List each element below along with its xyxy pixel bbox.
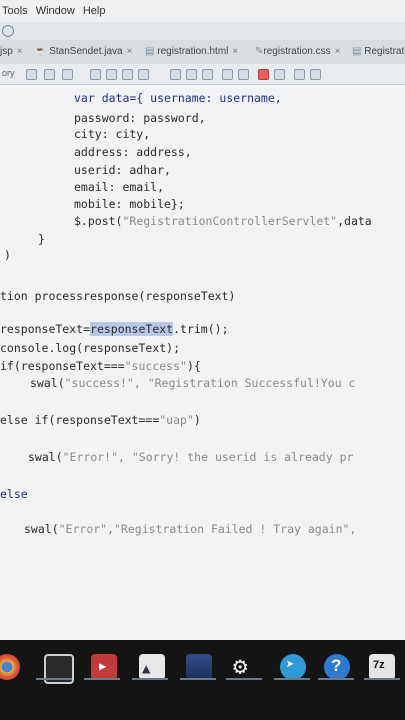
run-icon[interactable]	[2, 25, 14, 37]
prev-bookmark-icon[interactable]	[186, 69, 197, 80]
taskbar-active-indicator	[36, 678, 72, 680]
code-line: responseText=responseText.trim();	[0, 322, 229, 336]
editor-tabs: jsp × ☕ StanSendet.java × ▤ registration.h…	[0, 40, 405, 65]
code-line: swal("Error","Registration Failed ! Tray…	[24, 522, 357, 536]
code-editor[interactable]: var data={ username: username, password:…	[0, 85, 405, 640]
history-icon[interactable]	[62, 69, 73, 80]
tab-registration-overflow[interactable]: ▤ Registrat	[352, 46, 404, 57]
toggle-bookmark-icon[interactable]	[170, 69, 181, 80]
menu-window[interactable]: Window	[36, 5, 75, 17]
code-line: email: email,	[74, 180, 165, 194]
settings-icon[interactable]: ⚙	[232, 652, 258, 680]
7zip-icon[interactable]: 7z	[369, 654, 395, 680]
code-line: else if(responseText==="uap")	[0, 413, 201, 427]
shift-left-icon[interactable]	[222, 69, 233, 80]
close-icon[interactable]: ×	[335, 46, 341, 57]
code-line: }	[38, 232, 45, 246]
code-line: tion processresponse(responseText)	[0, 289, 236, 303]
photos-icon[interactable]: ▲	[139, 654, 165, 680]
close-icon[interactable]: ×	[17, 46, 23, 57]
code-line: else	[0, 487, 28, 501]
display-icon[interactable]	[186, 654, 212, 680]
main-toolbar	[0, 22, 405, 41]
code-line: )	[4, 248, 11, 262]
code-line: swal("success!", "Registration Successfu…	[30, 376, 356, 390]
search-icon[interactable]	[90, 69, 101, 80]
tab-stansendet-java[interactable]: ☕ StanSendet.java ×	[34, 46, 132, 57]
taskbar-active-indicator	[180, 678, 216, 680]
find-next-icon[interactable]	[122, 69, 133, 80]
media-player-icon[interactable]: ▶	[91, 654, 117, 680]
code-line: if(responseText==="success"){	[0, 359, 201, 373]
code-line: password: password,	[74, 111, 206, 125]
find-previous-icon[interactable]	[106, 69, 117, 80]
code-line: var data={ username: username,	[74, 91, 282, 105]
taskbar-active-indicator	[318, 678, 354, 680]
toolbar-label: ory	[2, 68, 15, 78]
code-line: console.log(responseText);	[0, 341, 181, 355]
taskbar-active-indicator	[132, 678, 168, 680]
code-line: mobile: mobile};	[74, 197, 185, 211]
forward-icon[interactable]	[44, 69, 55, 80]
code-line: userid: adhar,	[74, 163, 171, 177]
comment-icon[interactable]	[294, 69, 305, 80]
taskbar-active-indicator	[274, 678, 310, 680]
next-bookmark-icon[interactable]	[202, 69, 213, 80]
chrome-icon[interactable]	[0, 654, 20, 680]
code-line: address: address,	[74, 145, 192, 159]
code-line: swal("Error!", "Sorry! the userid is alr…	[28, 450, 354, 464]
menu-bar: Tools Window Help	[0, 0, 405, 22]
html-file-icon: ▤	[352, 46, 362, 57]
tab-registration-html[interactable]: ▤ registration.html ×	[145, 46, 238, 57]
stop-macro-icon[interactable]	[274, 69, 285, 80]
telegram-icon[interactable]: ➤	[280, 654, 306, 680]
uncomment-icon[interactable]	[310, 69, 321, 80]
editor-toolbar: ory	[0, 64, 405, 85]
back-icon[interactable]	[26, 69, 37, 80]
selected-text: responseText	[90, 322, 174, 336]
taskbar-active-indicator	[364, 678, 400, 680]
code-line: city: city,	[74, 127, 151, 141]
shift-right-icon[interactable]	[238, 69, 249, 80]
close-icon[interactable]: ×	[232, 46, 238, 57]
help-icon[interactable]: ?	[324, 654, 350, 680]
toggle-highlight-icon[interactable]	[138, 69, 149, 80]
tab-registration-css[interactable]: ✎registration.css ×	[255, 46, 340, 57]
tab-jsp[interactable]: jsp ×	[0, 46, 23, 57]
record-macro-icon[interactable]	[258, 69, 269, 80]
code-line: $.post("RegistrationControllerServlet",d…	[74, 214, 372, 228]
html-file-icon: ▤	[145, 46, 155, 57]
taskbar: ▶ ▲ ⚙ ➤ ? 7z	[0, 640, 405, 720]
menu-help[interactable]: Help	[83, 5, 106, 17]
taskbar-active-indicator	[226, 678, 262, 680]
java-file-icon: ☕	[34, 46, 47, 57]
close-icon[interactable]: ×	[127, 46, 133, 57]
menu-tools[interactable]: Tools	[2, 5, 28, 17]
taskbar-active-indicator	[84, 678, 120, 680]
